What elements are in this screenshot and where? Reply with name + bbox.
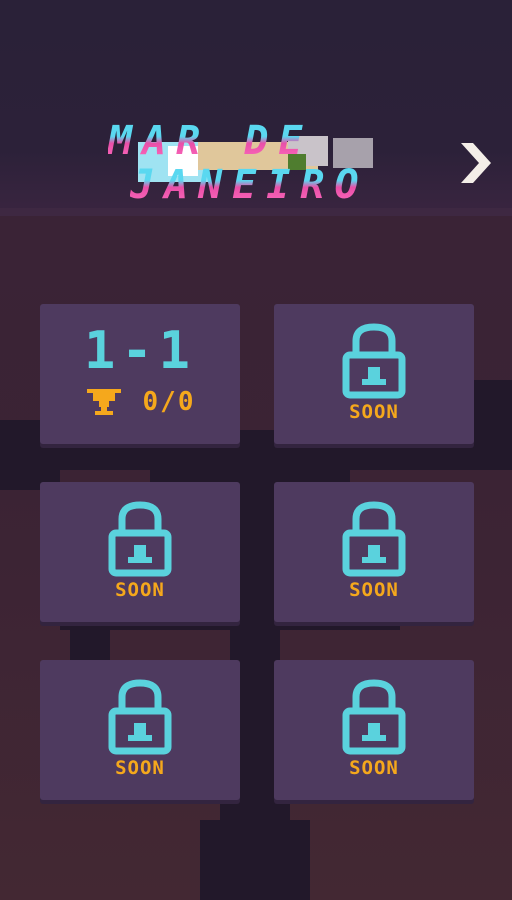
trophy-icon bbox=[86, 389, 121, 415]
level-tile-locked[interactable]: SOON bbox=[274, 482, 474, 622]
level-score: 0/0 bbox=[142, 387, 196, 417]
level-status: SOON bbox=[349, 401, 399, 423]
level-title: MAR DE JANEIRO bbox=[100, 118, 420, 218]
level-tile-locked[interactable]: SOON bbox=[274, 304, 474, 444]
level-number: 1-1 bbox=[84, 321, 196, 381]
score-row: 0/0 bbox=[85, 387, 196, 417]
level-tile-locked[interactable]: SOON bbox=[40, 482, 240, 622]
level-tile-1-1[interactable]: 1-1 0/0 bbox=[40, 304, 240, 444]
chevron-right-icon bbox=[461, 143, 491, 183]
level-tile-locked[interactable]: SOON bbox=[40, 660, 240, 800]
level-status: SOON bbox=[115, 757, 165, 779]
title-line-1: MAR DE bbox=[108, 118, 313, 164]
level-status: SOON bbox=[115, 579, 165, 601]
level-tile-locked[interactable]: SOON bbox=[274, 660, 474, 800]
lock-icon bbox=[342, 501, 406, 577]
level-status: SOON bbox=[349, 757, 399, 779]
lock-icon bbox=[342, 679, 406, 755]
lock-icon bbox=[108, 679, 172, 755]
level-status: SOON bbox=[349, 579, 399, 601]
next-world-button[interactable] bbox=[452, 138, 498, 188]
title-line-2: JANEIRO bbox=[130, 162, 369, 208]
lock-icon bbox=[342, 323, 406, 399]
lock-icon bbox=[108, 501, 172, 577]
